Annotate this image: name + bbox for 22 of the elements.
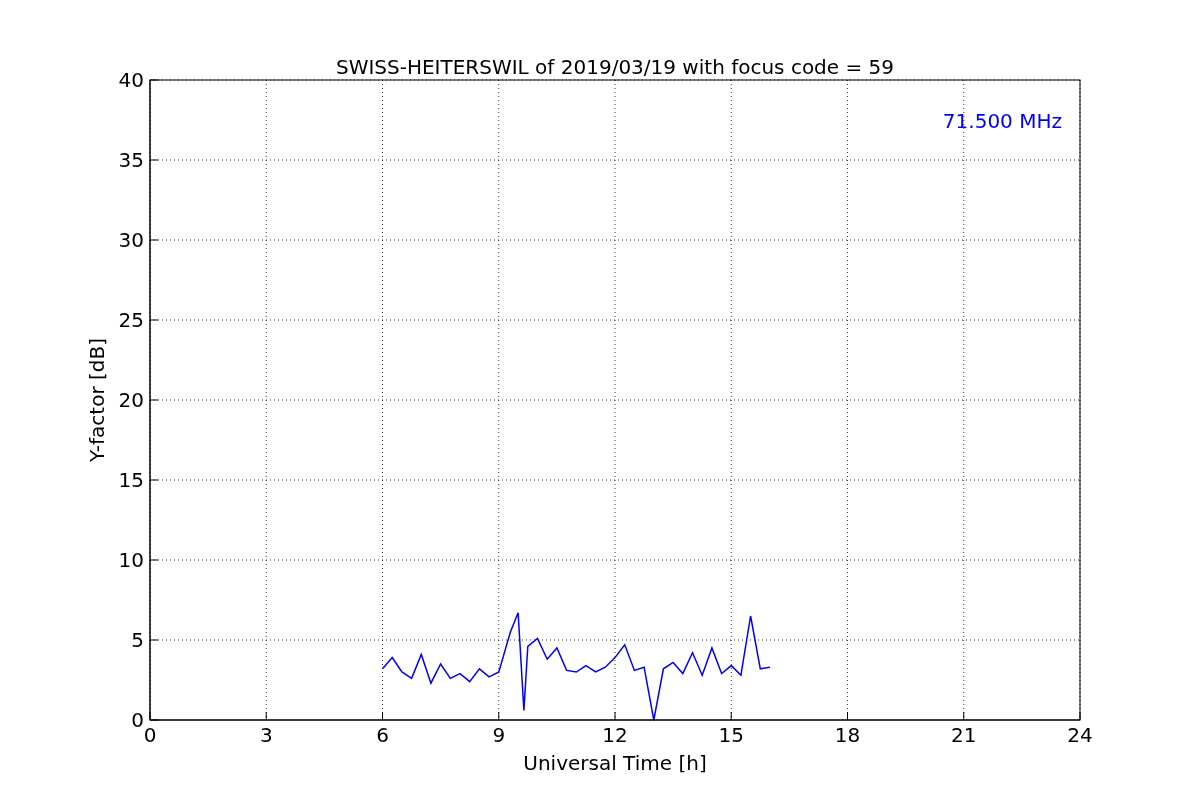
y-tick-label: 25 (118, 308, 144, 332)
x-tick-label: 15 (718, 723, 744, 747)
y-tick-label: 35 (118, 148, 144, 172)
series-label: 71.500 MHz (942, 109, 1062, 133)
x-tick-label: 12 (602, 723, 628, 747)
x-tick-label: 0 (143, 723, 157, 747)
y-tick-label: 10 (118, 548, 144, 572)
x-tick-label: 6 (376, 723, 389, 747)
x-tick-label: 21 (951, 723, 977, 747)
y-tick-label: 15 (118, 468, 144, 492)
y-axis-label: Y-factor [dB] (85, 338, 109, 462)
x-axis-label: Universal Time [h] (523, 751, 707, 775)
x-tick-label: 9 (492, 723, 506, 747)
y-tick-label: 30 (118, 228, 144, 252)
x-tick-label: 3 (259, 723, 273, 747)
y-tick-label: 5 (131, 628, 144, 652)
y-tick-label: 20 (118, 388, 144, 412)
x-tick-label: 18 (834, 723, 861, 747)
chart-title: SWISS-HEITERSWIL of 2019/03/19 with focus code = 59 (335, 55, 895, 79)
x-tick-label: 24 (1067, 723, 1093, 747)
y-tick-label: 0 (131, 708, 144, 732)
y-tick-label: 40 (118, 68, 144, 92)
